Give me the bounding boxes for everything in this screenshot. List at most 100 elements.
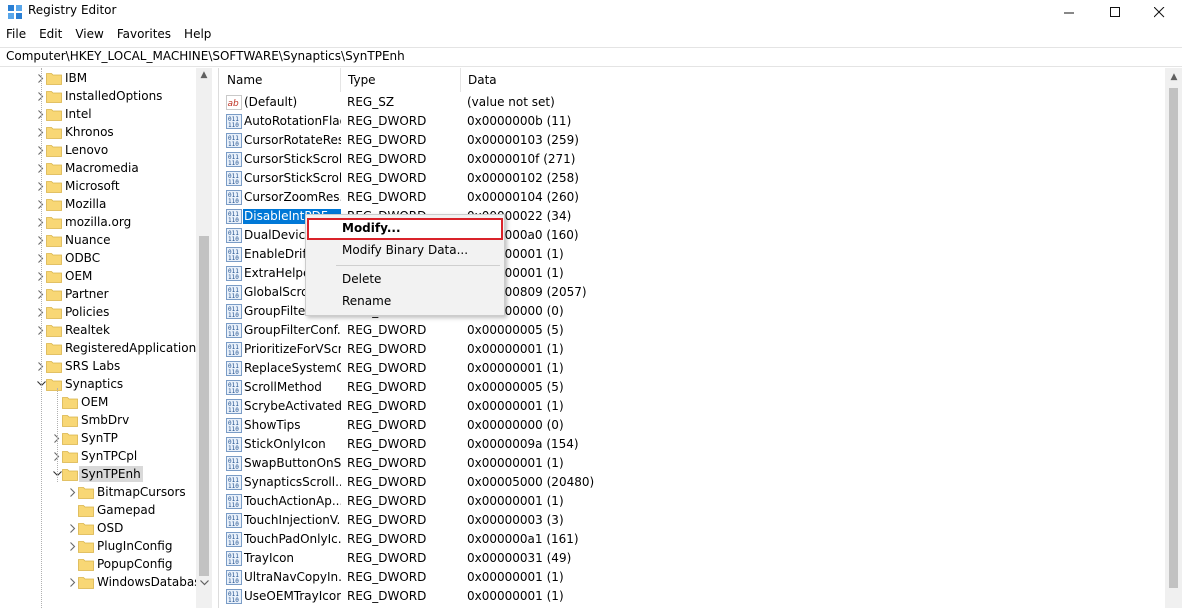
table-row[interactable]: 011 110 ScrollMethod REG_DWORD 0x00000005 (5…	[220, 378, 1165, 397]
tree-node-microsoft[interactable]: Microsoft	[0, 177, 196, 195]
close-icon	[1153, 6, 1164, 17]
menu-edit[interactable]: Edit	[33, 25, 69, 45]
close-button[interactable]	[1136, 0, 1182, 24]
tree-node-oem[interactable]: OEM	[0, 267, 196, 285]
table-row[interactable]: 011110CursorRotateRes... REG_DWORD 0x00000…	[220, 131, 1165, 150]
scroll-up-arrow-icon[interactable]: ▲	[196, 68, 212, 82]
table-row[interactable]: 011110ReplaceSystemC... REG_DWORD 0x000000…	[220, 359, 1165, 378]
table-row[interactable]: 011 110 CursorZoomRes... REG_DWORD 0x0000010…	[220, 188, 1165, 207]
tree-node-policies[interactable]: Policies	[0, 303, 196, 321]
tree-node-pluginconfig[interactable]: PlugInConfig	[0, 537, 196, 555]
table-row[interactable]: ab (Default) REG_SZ (value not set)	[220, 93, 1165, 112]
table-row[interactable]: 011 110 TrayIcon REG_DWORD 0x00000031 (49)	[220, 549, 1165, 568]
tree-node-gamepad[interactable]: Gamepad	[0, 501, 196, 519]
tree-scroll-thumb[interactable]	[199, 236, 209, 576]
value-data: 0x0000009a (154)	[467, 437, 579, 451]
tree-node-label: Partner	[65, 287, 109, 301]
table-row[interactable]: 011 110 GroupFilterConf... REG_DWORD 0x00000…	[220, 321, 1165, 340]
tree-node-oem[interactable]: OEM	[0, 393, 196, 411]
tree-node-bitmapcursors[interactable]: BitmapCursors	[0, 483, 196, 501]
table-row[interactable]: 011110ScrybeActivated... REG_DWORD 0x00000…	[220, 397, 1165, 416]
scroll-up-arrow-icon[interactable]: ▲	[1166, 70, 1182, 84]
tree-node-label: Khronos	[65, 125, 114, 139]
context-menu-modify[interactable]: Modify...	[307, 218, 503, 240]
table-row[interactable]: 011 110 StickOnlyIcon REG_DWORD 0x0000009a (…	[220, 435, 1165, 454]
tree-node-syntp[interactable]: SynTP	[0, 429, 196, 447]
tree-node-smbdrv[interactable]: SmbDrv	[0, 411, 196, 429]
table-row[interactable]: 011 110 UltraNavCopyIn... REG_DWORD 0x000000…	[220, 568, 1165, 587]
folder-icon	[78, 576, 94, 589]
menu-file[interactable]: File	[0, 25, 33, 45]
values-list[interactable]: Name Type Data ab (Default) REG_SZ (value n…	[220, 68, 1165, 608]
folder-icon	[78, 540, 94, 553]
column-header-type[interactable]: Type	[341, 68, 461, 92]
tree-node-realtek[interactable]: Realtek	[0, 321, 196, 339]
values-scroll-thumb[interactable]	[1169, 88, 1178, 588]
context-menu-delete[interactable]: Delete	[307, 269, 503, 291]
svg-text:110: 110	[228, 160, 239, 167]
minimize-button[interactable]	[1046, 0, 1092, 24]
menu-favorites[interactable]: Favorites	[111, 25, 178, 45]
value-type: REG_DWORD	[347, 152, 427, 166]
key-tree[interactable]: IBM InstalledOptions Intel Khronos Lenovo Mac…	[0, 68, 213, 608]
tree-node-registeredapplications[interactable]: RegisteredApplications	[0, 339, 202, 357]
tree-node-macromedia[interactable]: Macromedia	[0, 159, 196, 177]
chevron-right-icon[interactable]	[68, 523, 78, 533]
value-data: 0x00000104 (260)	[467, 190, 579, 204]
menu-help[interactable]: Help	[178, 25, 218, 45]
menu-view[interactable]: View	[69, 25, 110, 45]
tree-node-popupconfig[interactable]: PopupConfig	[0, 555, 196, 573]
chevron-right-icon[interactable]	[68, 487, 78, 497]
context-menu-modify-binary[interactable]: Modify Binary Data...	[307, 240, 503, 262]
tree-node-odbc[interactable]: ODBC	[0, 249, 196, 267]
tree-node-label: ODBC	[65, 251, 101, 265]
value-type: REG_DWORD	[347, 380, 427, 394]
pane-splitter[interactable]	[213, 68, 219, 608]
address-bar[interactable]: Computer\HKEY_LOCAL_MACHINE\SOFTWARE\Syn…	[0, 47, 1182, 67]
svg-text:110: 110	[228, 122, 239, 129]
tree-node-lenovo[interactable]: Lenovo	[0, 141, 196, 159]
tree-node-intel[interactable]: Intel	[0, 105, 196, 123]
folder-icon	[46, 90, 62, 103]
tree-node-mozilla[interactable]: Mozilla	[0, 195, 196, 213]
table-row[interactable]: 011110CursorStickScrol... REG_DWORD 0x0000…	[220, 169, 1165, 188]
value-type: REG_DWORD	[347, 342, 427, 356]
tree-node-osd[interactable]: OSD	[0, 519, 196, 537]
tree-node-partner[interactable]: Partner	[0, 285, 196, 303]
folder-icon	[46, 360, 62, 373]
context-menu: Modify... Modify Binary Data... Delete R…	[305, 214, 505, 316]
tree-node-synaptics[interactable]: Synaptics	[0, 375, 196, 393]
table-row[interactable]: 011 110 SynapticsScroll... REG_DWORD 0x00005…	[220, 473, 1165, 492]
tree-scrollbar[interactable]: ▲	[196, 68, 212, 608]
table-row[interactable]: 011 110 AutoRotationFlag REG_DWORD 0x0000000…	[220, 112, 1165, 131]
column-header-name[interactable]: Name	[220, 68, 341, 92]
column-header-data[interactable]: Data	[461, 68, 781, 92]
tree-node-nuance[interactable]: Nuance	[0, 231, 196, 249]
tree-node-syntpcpl[interactable]: SynTPCpl	[0, 447, 196, 465]
table-row[interactable]: 011110PrioritizeForVScr... REG_DWORD 0x000…	[220, 340, 1165, 359]
tree-node-windowsdatabase[interactable]: WindowsDatabase	[0, 573, 208, 591]
tree-node-ibm[interactable]: IBM	[0, 69, 196, 87]
table-row[interactable]: 011 110 UseOEMTrayIcon REG_DWORD 0x00000001 …	[220, 587, 1165, 606]
chevron-right-icon[interactable]	[68, 541, 78, 551]
value-type: REG_DWORD	[347, 494, 427, 508]
chevron-right-icon[interactable]	[68, 577, 78, 587]
folder-icon	[46, 72, 62, 85]
table-row[interactable]: 011 110 TouchActionAp... REG_DWORD 0x0000000…	[220, 492, 1165, 511]
values-scrollbar[interactable]: ▲	[1165, 68, 1182, 608]
tree-node-srs-labs[interactable]: SRS Labs	[0, 357, 196, 375]
tree-node-installedoptions[interactable]: InstalledOptions	[0, 87, 196, 105]
context-menu-rename[interactable]: Rename	[307, 291, 503, 313]
maximize-button[interactable]	[1092, 0, 1138, 24]
table-row[interactable]: 011110SwapButtonOnS... REG_DWORD 0x0000000…	[220, 454, 1165, 473]
table-row[interactable]: 011 110 TouchInjectionV... REG_DWORD 0x00000…	[220, 511, 1165, 530]
tree-node-khronos[interactable]: Khronos	[0, 123, 196, 141]
folder-icon	[46, 324, 62, 337]
table-row[interactable]: 011 110 TouchPadOnlyIc... REG_DWORD 0x000000…	[220, 530, 1165, 549]
tree-node-mozilla-org[interactable]: mozilla.org	[0, 213, 196, 231]
scroll-down-arrow-icon[interactable]	[196, 576, 212, 590]
tree-node-syntpenh[interactable]: SynTPEnh	[0, 465, 196, 483]
table-row[interactable]: 011 110 ShowTips REG_DWORD 0x00000000 (0)	[220, 416, 1165, 435]
table-row[interactable]: 011110CursorStickScrol... REG_DWORD 0x0000…	[220, 150, 1165, 169]
folder-icon	[62, 414, 78, 427]
